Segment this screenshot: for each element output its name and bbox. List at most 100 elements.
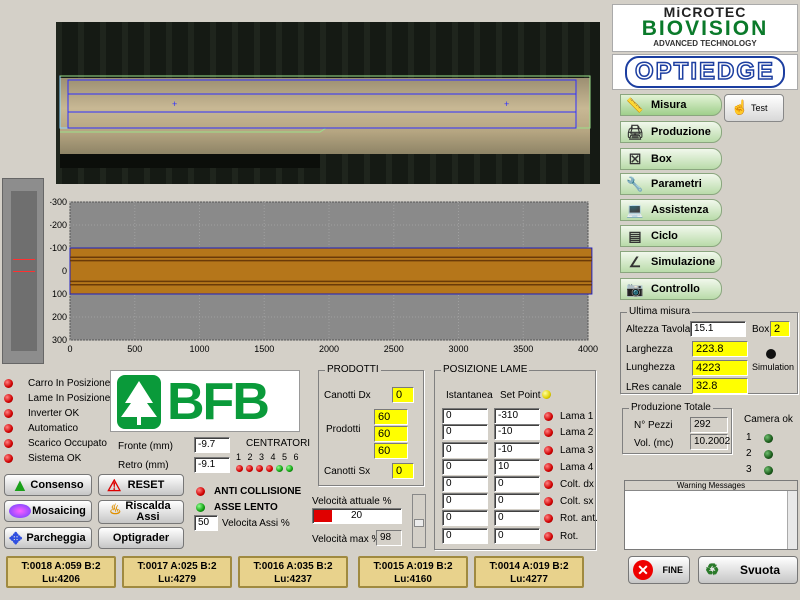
lama-istantanea-field: 0 — [442, 493, 488, 509]
anti-collisione-led — [196, 487, 205, 496]
menu-item-misura[interactable]: 📏 Misura — [620, 94, 722, 116]
menu-item-label: Produzione — [651, 126, 711, 138]
status-bar-line1: T:0017 A:025 B:2 — [137, 561, 217, 572]
canotti-dx-label: Canotti Dx — [324, 390, 371, 401]
lama-setpoint-field[interactable]: -310 — [494, 408, 540, 424]
centratore-led — [286, 465, 293, 472]
marker-1: + — [172, 99, 177, 109]
status-led — [4, 379, 13, 388]
camera-led — [764, 434, 773, 443]
menu-item-label: Misura — [651, 99, 687, 111]
warning-scrollbar[interactable] — [787, 491, 797, 549]
parcheggia-button[interactable]: ✥ Parcheggia — [4, 527, 92, 549]
mosaic-icon — [9, 504, 31, 518]
riscalda-label: Riscalda Assi — [125, 500, 171, 523]
lres-label: LRes canale — [626, 382, 682, 393]
menu-item-simulazione[interactable]: ∠ Simulazione — [620, 251, 722, 273]
prodotto-2-value: 60 — [374, 426, 408, 442]
x-tick-label: 4000 — [578, 344, 598, 354]
menu-item-box[interactable]: ☒ Box — [620, 148, 722, 170]
posizione-lame-title: POSIZIONE LAME — [441, 364, 530, 375]
lama-led — [544, 463, 553, 472]
gauge-mark-2 — [13, 271, 35, 272]
lama-istantanea-field: 0 — [442, 476, 488, 492]
menu-item-assistenza[interactable]: 💻 Assistenza — [620, 199, 722, 221]
simulation-label: Simulation — [752, 362, 795, 372]
velocita-slider[interactable] — [412, 494, 426, 548]
status-bar-item[interactable]: T:0014 A:019 B:2 Lu:4277 — [474, 556, 584, 588]
status-bar-item[interactable]: T:0017 A:025 B:2 Lu:4279 — [122, 556, 232, 588]
advanced-technology-text: ADVANCED TECHNOLOGY — [653, 39, 757, 48]
velocita-slider-thumb[interactable] — [414, 519, 424, 527]
lama-setpoint-field[interactable]: -10 — [494, 442, 540, 458]
test-button[interactable]: ☝ Test — [724, 94, 784, 122]
board-profile — [69, 247, 593, 295]
lama-istantanea-field: 0 — [442, 459, 488, 475]
lama-istantanea-field: 0 — [442, 408, 488, 424]
lama-label: Colt. sx — [560, 496, 594, 507]
fine-button[interactable]: ✕ FINE — [628, 556, 690, 584]
menu-item-parametri[interactable]: 🔧 Parametri — [620, 173, 722, 195]
menu-item-label: Parametri — [651, 178, 702, 190]
lama-istantanea-field: 0 — [442, 442, 488, 458]
retro-field: -9.1 — [194, 457, 230, 473]
status-led-label: Automatico — [28, 423, 79, 434]
lama-label: Rot. ant. — [560, 513, 598, 524]
vol-label: Vol. (mc) — [634, 438, 674, 449]
status-bar-line2: Lu:4160 — [394, 574, 432, 585]
lama-label: Lama 4 — [560, 462, 594, 473]
svuota-label: Svuota — [739, 563, 780, 577]
status-bar-item[interactable]: T:0015 A:019 B:2 Lu:4160 — [358, 556, 468, 588]
lama-setpoint-field[interactable]: -10 — [494, 424, 540, 440]
lama-setpoint-field[interactable]: 0 — [494, 528, 540, 544]
x-tick-label: 3000 — [448, 344, 468, 354]
y-tick-label: 300 — [52, 335, 67, 345]
status-led — [4, 439, 13, 448]
centratore-led — [236, 465, 243, 472]
gauge-mark-1 — [13, 259, 35, 260]
lama-led — [544, 497, 553, 506]
status-led — [4, 454, 13, 463]
larghezza-value: 223.8 — [692, 341, 748, 357]
reset-button[interactable]: ⚠ RESET — [98, 474, 184, 496]
move-arrows-icon: ✥ — [9, 531, 23, 548]
simulation-icon: ∠ — [628, 253, 642, 270]
menu-item-ciclo[interactable]: ▤ Ciclo — [620, 225, 722, 247]
consenso-button[interactable]: ▲ Consenso — [4, 474, 92, 496]
status-bar-item[interactable]: T:0018 A:059 B:2 Lu:4206 — [6, 556, 116, 588]
riscalda-assi-button[interactable]: ♨ Riscalda Assi — [98, 500, 184, 524]
velocita-max-label: Velocità max % — [312, 534, 381, 545]
svuota-button[interactable]: ♻ Svuota — [698, 556, 798, 584]
ruler-icon: 📏 — [626, 96, 644, 113]
status-bar-line2: Lu:4206 — [42, 574, 80, 585]
status-bar-line1: T:0018 A:059 B:2 — [21, 561, 101, 572]
velocita-assi-field[interactable]: 50 — [194, 515, 218, 531]
menu-item-label: Assistenza — [651, 204, 709, 216]
optigrader-button[interactable]: Optigrader — [98, 527, 184, 549]
gauge-track — [11, 191, 37, 351]
camera-view: + + — [56, 22, 600, 184]
position-gauge — [2, 178, 44, 364]
marker-2: + — [504, 99, 509, 109]
status-bar-item[interactable]: T:0016 A:035 B:2 Lu:4237 — [238, 556, 348, 588]
profile-chart: -300-200-10001002003000 500 1000 1500 2000 25… — [50, 197, 598, 354]
menu-item-controllo[interactable]: 📷 Controllo — [620, 278, 722, 300]
canotti-dx-value: 0 — [392, 387, 414, 403]
box-label: Box — [752, 324, 770, 335]
lama-led — [544, 446, 553, 455]
camera-overlay: + + — [59, 75, 591, 133]
mosaicing-button[interactable]: Mosaicing — [4, 500, 92, 522]
lama-setpoint-field[interactable]: 0 — [494, 510, 540, 526]
lama-setpoint-field[interactable]: 0 — [494, 493, 540, 509]
lama-led — [544, 428, 553, 437]
y-tick-label: -100 — [50, 243, 67, 253]
prodotto-1-value: 60 — [374, 409, 408, 425]
list-icon: ▤ — [628, 227, 642, 244]
x-tick-label: 2500 — [384, 344, 404, 354]
flame-icon: ♨ — [109, 501, 122, 517]
camera-number: 1 — [746, 432, 752, 443]
menu-item-produzione[interactable]: 🖨 Produzione — [620, 121, 722, 143]
centratori-label: CENTRATORI — [246, 438, 311, 449]
lama-setpoint-field[interactable]: 0 — [494, 476, 540, 492]
lama-setpoint-field[interactable]: 10 — [494, 459, 540, 475]
